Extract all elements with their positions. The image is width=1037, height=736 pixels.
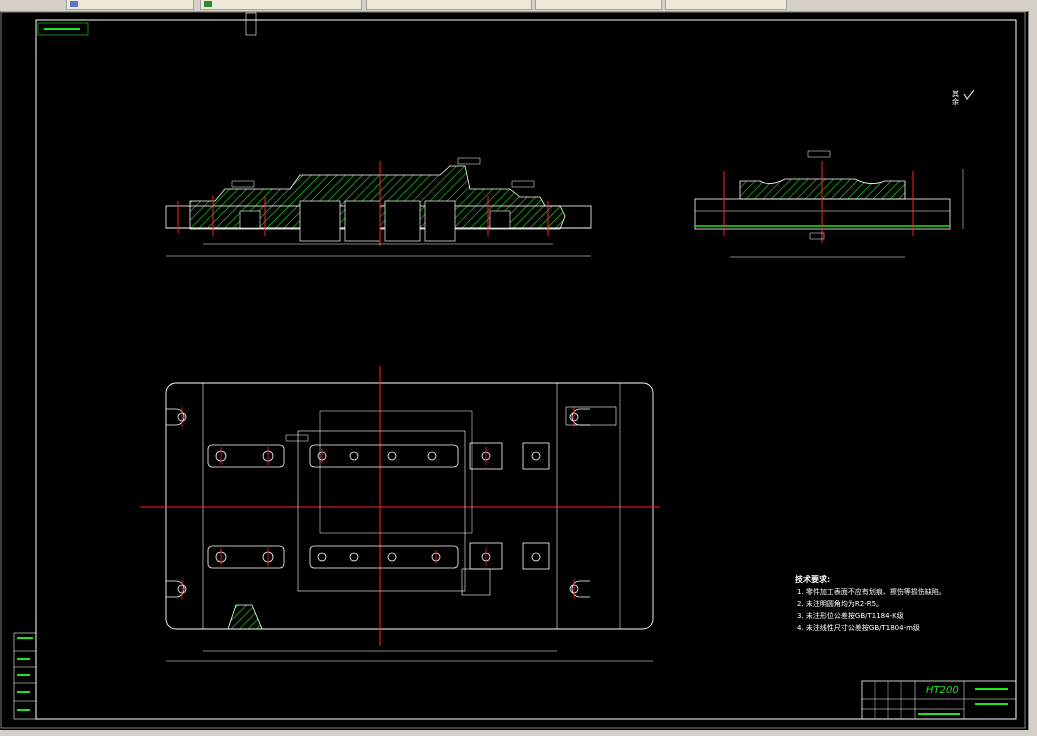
tech-note-line: 3. 未注形位公差按GB/T1184-K级: [797, 612, 904, 620]
top-marker: [245, 12, 257, 36]
tolerance-frame-1: [231, 180, 255, 188]
status-bar: [0, 730, 1037, 736]
u-slot-bottom-right: [571, 580, 590, 598]
locating-block: [461, 568, 491, 596]
u-slot-top-left: [166, 408, 185, 426]
support-block-2: [522, 442, 550, 470]
tech-note-line: 1. 零件加工表面不应有划痕、擦伤等损伤缺陷。: [797, 588, 946, 596]
plan-view: [140, 366, 660, 662]
section-pocket-1: [299, 200, 341, 242]
surface-roughness-note: 其余: [952, 90, 959, 106]
tech-notes-title: 技术要求:: [795, 575, 831, 584]
side-tolerance-frame: [807, 150, 831, 158]
drawing-tab-4[interactable]: [535, 0, 662, 10]
section-pocket-6: [489, 210, 511, 229]
plan-holes: [177, 412, 579, 594]
section-pocket-4: [424, 200, 456, 242]
plan-central-recess: [297, 430, 466, 592]
section-view-front: [165, 157, 592, 257]
u-slot-bottom-left: [166, 580, 185, 598]
drawing-file-icon: [204, 1, 212, 7]
section-pocket-5: [239, 210, 261, 229]
tolerance-frame-2: [457, 157, 481, 165]
plan-hatch-section: [227, 604, 263, 630]
drawing-file-icon: [70, 1, 78, 7]
plan-hole-center-marks: [181, 407, 575, 599]
vertical-scrollbar[interactable]: [1028, 11, 1037, 733]
tolerance-frame-3: [511, 180, 535, 188]
support-block-4: [522, 542, 550, 570]
title-block-material: HT200: [926, 685, 959, 696]
tech-note-line: 2. 未注明圆角均为R2-R5。: [797, 600, 884, 608]
revision-strip: [13, 632, 37, 720]
roughness-symbol-icon: [963, 90, 975, 100]
u-slot-top-right: [571, 408, 590, 426]
section-pocket-2: [344, 200, 381, 242]
plan-tolerance-frame: [285, 434, 309, 442]
plan-top-pocket: [319, 410, 473, 534]
side-view: [694, 150, 964, 258]
drawing-tab-2[interactable]: [200, 0, 362, 10]
drawing-tab-1[interactable]: [66, 0, 194, 10]
drawing-tab-5[interactable]: [665, 0, 787, 10]
section-pocket-3: [384, 200, 421, 242]
drawing-tab-3[interactable]: [366, 0, 532, 10]
plan-outline: [165, 382, 654, 630]
tech-note-line: 4. 未注线性尺寸公差按GB/T1804-m级: [797, 624, 920, 632]
